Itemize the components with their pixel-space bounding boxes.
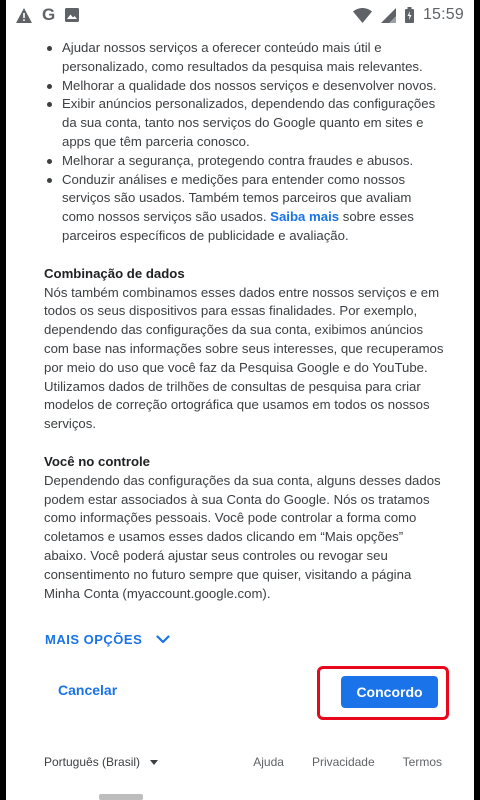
list-item: Ajudar nossos serviços a oferecer conteú… <box>44 39 444 77</box>
cancel-button[interactable]: Cancelar <box>50 678 126 702</box>
list-item-text: Ajudar nossos serviços a oferecer conteú… <box>62 40 423 74</box>
list-item-text: Melhorar a segurança, protegendo contra … <box>62 152 414 168</box>
status-left: G <box>16 5 80 25</box>
list-item-text: Melhorar a qualidade dos nossos serviços… <box>62 77 437 93</box>
battery-icon <box>404 7 414 23</box>
google-g-icon: G <box>42 5 56 24</box>
learn-more-link[interactable]: Saiba mais <box>270 209 339 224</box>
list-item: Exibir anúncios personalizados, dependen… <box>44 95 444 151</box>
warning-icon <box>16 7 32 23</box>
consent-content: Ajudar nossos serviços a oferecer conteú… <box>44 39 444 603</box>
consent-screen: G 15:59 Ajudar nossos serviços a oferece… <box>6 0 474 800</box>
purpose-list: Ajudar nossos serviços a oferecer conteú… <box>44 39 444 246</box>
help-link[interactable]: Ajuda <box>253 755 284 769</box>
status-right: 15:59 <box>352 6 464 24</box>
caret-down-icon <box>150 759 159 765</box>
list-item-text: Exibir anúncios personalizados, dependen… <box>62 96 436 149</box>
section-body-you-in-control: Dependendo das configurações da sua cont… <box>44 472 441 601</box>
clock: 15:59 <box>422 6 464 23</box>
footer-links: Ajuda Privacidade Termos <box>253 755 442 769</box>
list-item: Melhorar a segurança, protegendo contra … <box>44 152 444 171</box>
image-icon <box>65 8 80 22</box>
wifi-icon <box>352 7 372 23</box>
privacy-link[interactable]: Privacidade <box>312 755 375 769</box>
section-body-data-combination: Nós também combinamos esses dados entre … <box>44 284 444 432</box>
language-selector[interactable]: Português (Brasil) <box>44 755 159 769</box>
more-options-label: MAIS OPÇÕES <box>45 632 143 647</box>
section-title-you-in-control: Você no controle <box>44 453 151 469</box>
status-bar: G 15:59 <box>6 0 474 30</box>
signal-icon <box>380 7 396 23</box>
footer: Português (Brasil) Ajuda Privacidade Ter… <box>44 752 442 772</box>
list-item: Melhorar a qualidade dos nossos serviços… <box>44 77 444 96</box>
language-label: Português (Brasil) <box>44 755 141 769</box>
terms-link[interactable]: Termos <box>403 755 442 769</box>
section-title-data-combination: Combinação de dados <box>44 265 185 281</box>
more-options-button[interactable]: MAIS OPÇÕES <box>45 632 170 647</box>
chevron-down-icon <box>156 632 170 647</box>
agree-button[interactable]: Concordo <box>341 676 438 708</box>
list-item: Conduzir análises e medições para entend… <box>44 171 444 246</box>
navigation-handle[interactable] <box>99 794 143 800</box>
